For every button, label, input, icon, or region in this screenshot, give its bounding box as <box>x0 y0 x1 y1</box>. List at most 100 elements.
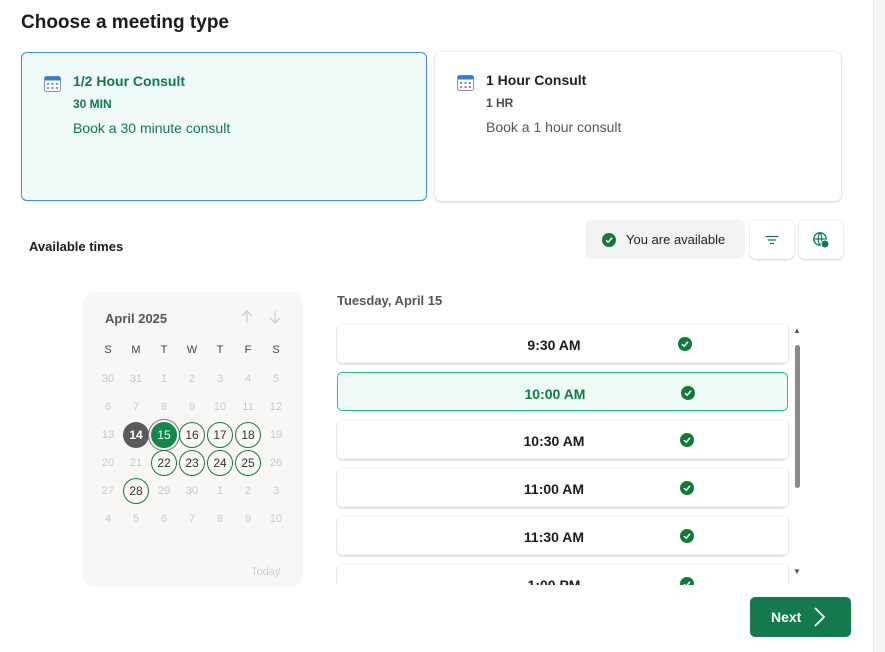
availability-status: You are available <box>585 220 745 259</box>
day-of-week-label: S <box>272 344 280 356</box>
next-button-label: Next <box>771 609 802 625</box>
time-slot-list: 9:30 AM 10:00 AM 10:30 AM 11:00 AM 11:30 AM 1… <box>336 322 792 585</box>
time-slot[interactable]: 1:00 PM <box>337 564 788 585</box>
calendar-month-label: April 2025 <box>105 311 168 326</box>
calendar-day-available[interactable]: 25 <box>235 450 261 476</box>
calendar-day: 10 <box>213 401 227 413</box>
calendar-day: 11 <box>242 401 254 413</box>
time-slot-label: 10:30 AM <box>523 433 585 449</box>
meeting-type-card-half-hour[interactable]: 1/2 Hour Consult 30 MIN Book a 30 minute… <box>21 52 427 201</box>
calendar-day: 10 <box>269 513 283 525</box>
calendar-day: 13 <box>101 429 115 441</box>
check-icon <box>680 529 694 543</box>
calendar-day: 12 <box>269 401 283 413</box>
time-zone-button[interactable] <box>799 220 843 259</box>
calendar-day: 31 <box>129 373 143 385</box>
time-slot-label: 11:30 AM <box>523 529 585 545</box>
next-month-button[interactable] <box>269 310 281 327</box>
calendar-day: 8 <box>216 513 224 525</box>
calendar-day: 9 <box>244 513 252 525</box>
calendar-day: 8 <box>160 401 168 413</box>
filter-icon <box>765 235 779 244</box>
calendar-day: 20 <box>101 457 115 469</box>
calendar-day: 9 <box>188 401 196 413</box>
calendar-day: 4 <box>104 513 112 525</box>
time-slot-label: 9:30 AM <box>527 337 581 353</box>
calendar-day: 7 <box>188 513 196 525</box>
calendar-icon <box>457 75 474 91</box>
day-of-week-label: T <box>216 344 224 356</box>
next-button[interactable]: Next <box>750 597 851 637</box>
selected-date-heading: Tuesday, April 15 <box>337 293 443 308</box>
calendar-day: 1 <box>216 485 224 497</box>
arrow-up-icon <box>241 310 253 323</box>
time-slot-label: 10:00 AM <box>524 386 586 402</box>
check-icon <box>678 337 692 351</box>
meeting-type-description: Book a 30 minute consult <box>73 120 231 136</box>
calendar-day-available[interactable]: 17 <box>207 422 233 448</box>
calendar-day: 26 <box>269 457 283 469</box>
today-link[interactable]: Today <box>251 566 280 578</box>
calendar-day-available[interactable]: 23 <box>179 450 205 476</box>
calendar-day: 30 <box>101 373 115 385</box>
window-edge <box>873 0 885 652</box>
filter-button[interactable] <box>750 220 794 259</box>
time-slot-label: 11:00 AM <box>523 481 585 497</box>
time-slot[interactable]: 10:00 AM <box>337 372 788 411</box>
calendar-day: 27 <box>101 485 115 497</box>
time-slot[interactable]: 10:30 AM <box>337 420 788 459</box>
calendar-day: 4 <box>244 373 252 385</box>
day-of-week-label: S <box>104 344 112 356</box>
calendar-day-available[interactable]: 28 <box>123 478 149 504</box>
calendar-day-selected[interactable]: 15 <box>151 422 177 448</box>
time-slot-label: 1:00 PM <box>527 577 581 585</box>
day-of-week-label: M <box>131 344 141 356</box>
meeting-type-duration: 30 MIN <box>73 97 112 111</box>
scroll-up-arrow[interactable]: ▲ <box>793 326 801 335</box>
calendar-day: 5 <box>272 373 280 385</box>
check-icon <box>680 433 694 447</box>
calendar-day: 1 <box>160 373 168 385</box>
meeting-type-card-one-hour[interactable]: 1 Hour Consult 1 HR Book a 1 hour consul… <box>435 52 841 201</box>
calendar-day-available[interactable]: 18 <box>235 422 261 448</box>
calendar-day-today[interactable]: 14 <box>123 422 149 448</box>
calendar-day: 3 <box>272 485 280 497</box>
scroll-down-arrow[interactable]: ▼ <box>793 567 801 576</box>
calendar-day-available[interactable]: 24 <box>207 450 233 476</box>
calendar-day: 19 <box>269 429 283 441</box>
time-slot[interactable]: 11:00 AM <box>337 468 788 507</box>
time-slot[interactable]: 11:30 AM <box>337 516 788 555</box>
calendar-day: 7 <box>132 401 140 413</box>
check-icon <box>681 386 695 400</box>
availability-status-text: You are available <box>626 232 726 247</box>
calendar-day-available[interactable]: 16 <box>179 422 205 448</box>
check-icon <box>602 232 616 247</box>
calendar-day: 6 <box>160 513 168 525</box>
calendar-day: 6 <box>104 401 112 413</box>
calendar-day-available[interactable]: 22 <box>151 450 177 476</box>
calendar-day: 2 <box>188 373 196 385</box>
day-of-week-label: F <box>244 344 252 356</box>
check-icon <box>680 577 694 585</box>
chevron-right-icon <box>814 607 826 627</box>
calendar-day: 30 <box>185 485 199 497</box>
scrollbar-thumb[interactable] <box>795 345 800 488</box>
date-picker: April 2025 Today S M T W T F S 30 31 1 2 3 4 5 6 7 8 9 10 1… <box>83 292 303 587</box>
time-slot[interactable]: 9:30 AM <box>337 324 788 363</box>
day-of-week-label: T <box>160 344 168 356</box>
globe-icon <box>813 231 830 248</box>
calendar-icon <box>44 76 61 92</box>
meeting-type-description: Book a 1 hour consult <box>486 119 622 135</box>
calendar-day: 5 <box>132 513 140 525</box>
calendar-day: 3 <box>216 373 224 385</box>
meeting-type-duration: 1 HR <box>486 96 514 110</box>
calendar-day: 21 <box>129 457 143 469</box>
meeting-type-name: 1/2 Hour Consult <box>73 73 186 89</box>
meeting-type-name: 1 Hour Consult <box>486 72 587 88</box>
available-times-label: Available times <box>29 239 124 254</box>
day-of-week-label: W <box>186 344 198 356</box>
page-title: Choose a meeting type <box>21 12 229 33</box>
calendar-day: 29 <box>157 485 171 497</box>
previous-month-button[interactable] <box>241 310 253 327</box>
calendar-day: 2 <box>244 485 252 497</box>
